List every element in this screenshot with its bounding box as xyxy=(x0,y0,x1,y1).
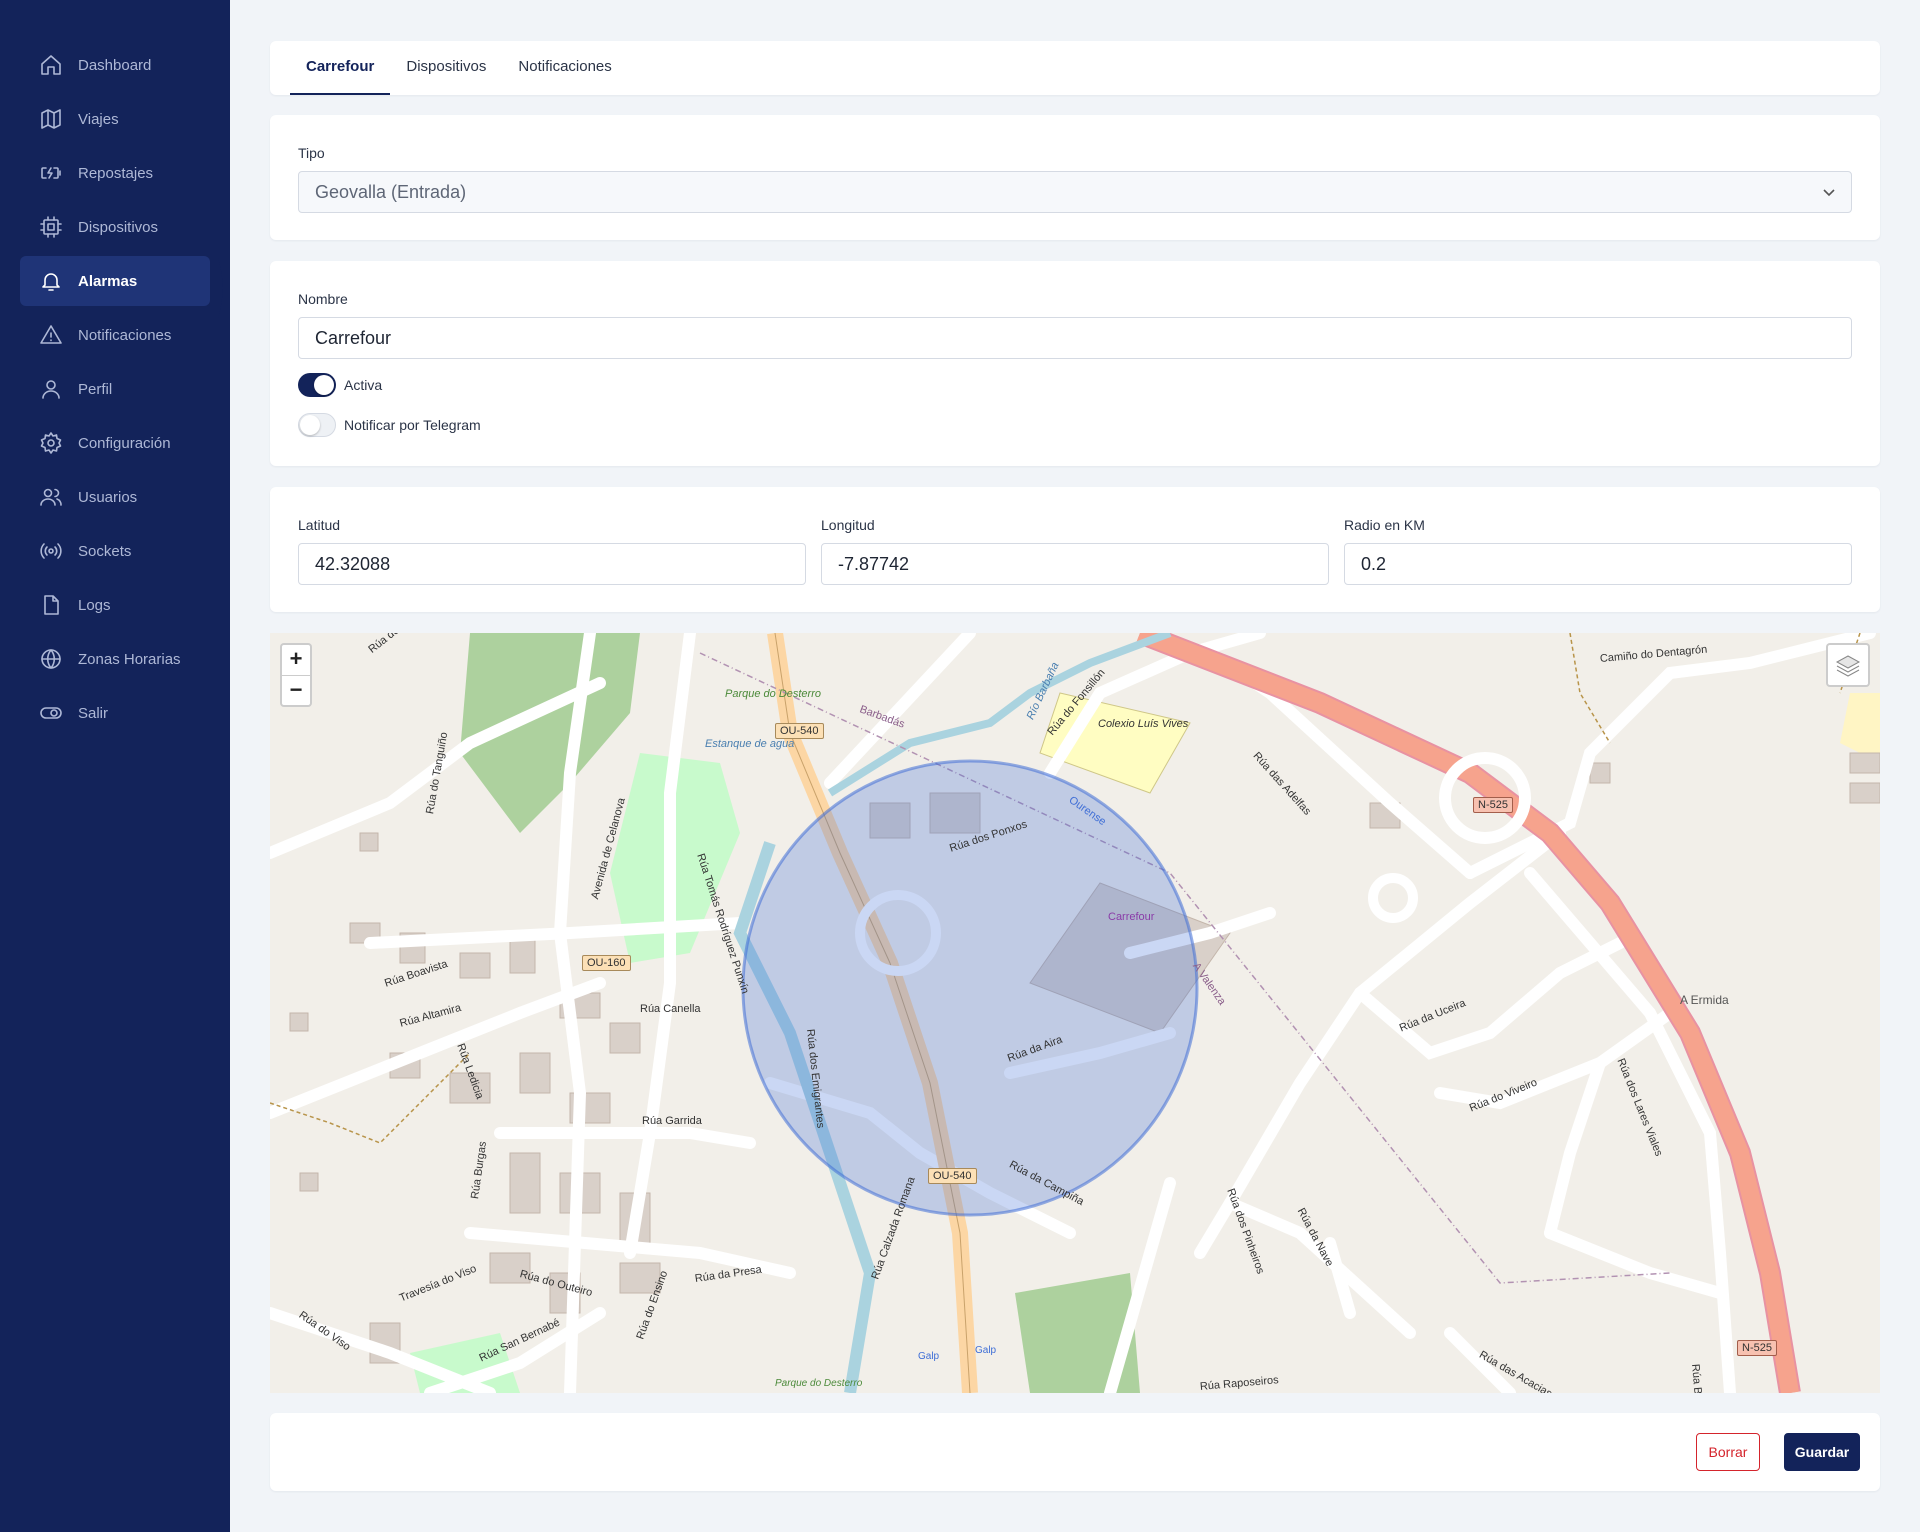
map[interactable]: Rúa do Millad Rúa do Tanguiño Avenida de… xyxy=(270,633,1880,1393)
layers-icon xyxy=(1835,655,1861,677)
sidebar-item-dashboard[interactable]: Dashboard xyxy=(20,40,210,90)
sidebar-item-configuracion[interactable]: Configuración xyxy=(20,418,210,468)
map-icon xyxy=(38,106,64,132)
sidebar-item-label: Configuración xyxy=(78,434,171,452)
radius-input[interactable] xyxy=(1344,543,1852,585)
sidebar-item-alarmas[interactable]: Alarmas xyxy=(20,256,210,306)
road-shield: OU-160 xyxy=(582,955,631,971)
map-label: Galp xyxy=(918,1351,940,1362)
coords-card: Latitud Longitud Radio en KM xyxy=(270,487,1880,612)
zoom-in-button[interactable]: + xyxy=(282,645,310,675)
battery-charge-icon xyxy=(38,160,64,186)
map-label: Rúa Canella xyxy=(640,1003,701,1015)
delete-button[interactable]: Borrar xyxy=(1696,1433,1760,1471)
sidebar-item-label: Salir xyxy=(78,704,109,722)
sidebar-item-sockets[interactable]: Sockets xyxy=(20,526,210,576)
activa-toggle[interactable] xyxy=(298,373,336,397)
actions-card: Borrar Guardar xyxy=(270,1413,1880,1491)
toggle-knob xyxy=(300,415,320,435)
chip-icon xyxy=(38,214,64,240)
telegram-toggle[interactable] xyxy=(298,413,336,437)
broadcast-icon xyxy=(38,538,64,564)
sidebar-item-dispositivos[interactable]: Dispositivos xyxy=(20,202,210,252)
sidebar-item-label: Logs xyxy=(78,596,111,614)
map-label: Estanque de agua xyxy=(705,738,795,750)
file-icon xyxy=(38,592,64,618)
user-icon xyxy=(38,376,64,402)
toggle-exit-icon xyxy=(38,700,64,726)
radius-label: Radio en KM xyxy=(1344,517,1425,533)
sidebar-item-label: Dispositivos xyxy=(78,218,159,236)
chevron-down-icon xyxy=(1823,189,1835,197)
map-zoom-control: + − xyxy=(280,643,312,707)
save-button[interactable]: Guardar xyxy=(1784,1433,1860,1471)
home-icon xyxy=(38,52,64,78)
gear-icon xyxy=(38,430,64,456)
activa-toggle-row: Activa xyxy=(298,373,382,397)
sidebar-item-label: Alarmas xyxy=(78,272,138,290)
sidebar: Dashboard Viajes Repostajes Dispositivos… xyxy=(0,0,230,1532)
sidebar-item-label: Zonas Horarias xyxy=(78,650,181,668)
sidebar-item-perfil[interactable]: Perfil xyxy=(20,364,210,414)
sidebar-item-label: Usuarios xyxy=(78,488,138,506)
tab-notificaciones[interactable]: Notificaciones xyxy=(502,41,627,95)
map-label: Colexio Luís Vives xyxy=(1098,718,1189,730)
map-label: Carrefour xyxy=(1108,911,1155,923)
sidebar-item-logs[interactable]: Logs xyxy=(20,580,210,630)
sidebar-item-usuarios[interactable]: Usuarios xyxy=(20,472,210,522)
map-tiles xyxy=(270,633,1880,1393)
road-shield: OU-540 xyxy=(775,723,824,739)
tipo-select[interactable]: Geovalla (Entrada) xyxy=(298,171,1852,213)
map-label: Rúa Garrida xyxy=(642,1115,702,1127)
nombre-input[interactable] xyxy=(298,317,1852,359)
road-shield: N-525 xyxy=(1737,1340,1777,1356)
lat-input[interactable] xyxy=(298,543,806,585)
globe-icon xyxy=(38,646,64,672)
sidebar-item-label: Perfil xyxy=(78,380,113,398)
sidebar-item-label: Repostajes xyxy=(78,164,154,182)
nombre-label: Nombre xyxy=(298,291,348,307)
tab-dispositivos[interactable]: Dispositivos xyxy=(390,41,502,95)
sidebar-item-repostajes[interactable]: Repostajes xyxy=(20,148,210,198)
sidebar-item-label: Sockets xyxy=(78,542,132,560)
lon-label: Longitud xyxy=(821,517,875,533)
lat-label: Latitud xyxy=(298,517,341,533)
telegram-toggle-row: Notificar por Telegram xyxy=(298,413,481,437)
sidebar-item-label: Notificaciones xyxy=(78,326,172,344)
map-label: Galp xyxy=(975,1345,997,1356)
sidebar-item-label: Dashboard xyxy=(78,56,152,74)
tipo-card: Tipo Geovalla (Entrada) xyxy=(270,115,1880,240)
activa-label: Activa xyxy=(344,377,383,393)
warning-icon xyxy=(38,322,64,348)
map-label: Parque do Desterro xyxy=(775,1378,863,1389)
sidebar-item-salir[interactable]: Salir xyxy=(20,688,210,738)
lon-input[interactable] xyxy=(821,543,1329,585)
tipo-select-value: Geovalla (Entrada) xyxy=(315,181,467,202)
nombre-card: Nombre Activa Notificar por Telegram xyxy=(270,261,1880,466)
sidebar-nav: Dashboard Viajes Repostajes Dispositivos… xyxy=(20,40,210,742)
users-icon xyxy=(38,484,64,510)
tab-carrefour[interactable]: Carrefour xyxy=(290,41,391,95)
map-layers-button[interactable] xyxy=(1826,643,1870,687)
tipo-label: Tipo xyxy=(298,145,325,161)
map-label: A Ermida xyxy=(1680,993,1729,1007)
tab-bar: Carrefour Dispositivos Notificaciones xyxy=(270,41,1880,95)
tabs-card: Carrefour Dispositivos Notificaciones xyxy=(270,41,1880,95)
map-label: Parque do Desterro xyxy=(725,688,821,700)
toggle-knob xyxy=(314,375,334,395)
bell-icon xyxy=(38,268,64,294)
road-shield: OU-540 xyxy=(928,1168,977,1184)
sidebar-item-viajes[interactable]: Viajes xyxy=(20,94,210,144)
sidebar-item-label: Viajes xyxy=(78,110,119,128)
sidebar-active-notch xyxy=(218,258,223,318)
road-shield: N-525 xyxy=(1473,797,1513,813)
sidebar-item-zonas-horarias[interactable]: Zonas Horarias xyxy=(20,634,210,684)
telegram-label: Notificar por Telegram xyxy=(344,417,481,433)
zoom-out-button[interactable]: − xyxy=(282,675,310,705)
sidebar-item-notificaciones[interactable]: Notificaciones xyxy=(20,310,210,360)
